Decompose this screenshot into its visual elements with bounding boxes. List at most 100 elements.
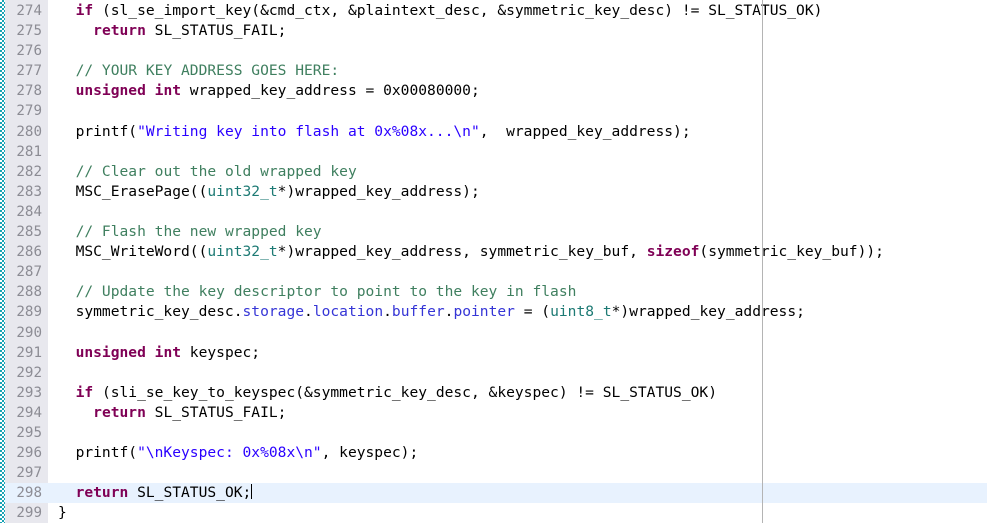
code-line[interactable]: 282 // Clear out the old wrapped key: [0, 162, 987, 182]
line-number: 291: [16, 344, 42, 361]
code-line[interactable]: 290: [0, 323, 987, 343]
code-token-plain: SL_STATUS_OK;: [128, 484, 252, 502]
code-token-comment: // YOUR KEY ADDRESS GOES HERE:: [75, 62, 340, 80]
code-token-plain: .: [383, 303, 392, 321]
code-token-kw: if: [75, 383, 94, 401]
code-line-text: printf("\nKeyspec: 0x%08x\n", keyspec);: [58, 443, 419, 463]
line-number: 282: [16, 163, 42, 180]
line-number: 278: [16, 83, 42, 100]
code-token-plain: , wrapped_key_address);: [479, 122, 691, 140]
code-line[interactable]: 277 // YOUR KEY ADDRESS GOES HERE:: [0, 61, 987, 81]
code-line-text: MSC_WriteWord((uint32_t*)wrapped_key_add…: [58, 242, 884, 262]
line-number: 276: [16, 43, 42, 60]
code-line[interactable]: 289 symmetric_key_desc.storage.location.…: [0, 302, 987, 322]
code-token-plain: SL_STATUS_FAIL;: [145, 22, 287, 40]
line-number: 292: [16, 364, 42, 381]
code-token-string: "Writing key into flash at 0x%08x...\n": [137, 122, 480, 140]
line-number: 288: [16, 284, 42, 301]
code-token-plain: SL_STATUS_FAIL;: [145, 403, 287, 421]
code-token-field: location: [312, 303, 384, 321]
print-margin-ruler-icon: [762, 0, 763, 523]
code-token-plain: printf(: [58, 444, 138, 462]
code-line-text: symmetric_key_desc.storage.location.buff…: [58, 302, 805, 322]
line-number: 283: [16, 183, 42, 200]
code-line[interactable]: 296 printf("\nKeyspec: 0x%08x\n", keyspe…: [0, 443, 987, 463]
code-token-comment: // Flash the new wrapped key: [75, 223, 322, 241]
code-token-field: pointer: [453, 303, 515, 321]
code-line[interactable]: 284: [0, 202, 987, 222]
code-token-plain: keyspec;: [181, 343, 261, 361]
line-number: 299: [16, 505, 42, 522]
code-line[interactable]: 287: [0, 262, 987, 282]
code-line[interactable]: 278 unsigned int wrapped_key_address = 0…: [0, 81, 987, 101]
code-line[interactable]: 288 // Update the key descriptor to poin…: [0, 282, 987, 302]
code-token-plain: *)wrapped_key_address, symmetric_key_buf…: [277, 243, 647, 261]
code-line[interactable]: 294 return SL_STATUS_FAIL;: [0, 403, 987, 423]
line-number: 290: [16, 324, 42, 341]
code-line[interactable]: 297: [0, 463, 987, 483]
code-token-plain: (sli_se_key_to_keyspec(&symmetric_key_de…: [93, 383, 717, 401]
line-number: 277: [16, 63, 42, 80]
code-token-field: storage: [242, 303, 305, 321]
code-token-kw: unsigned int: [75, 82, 182, 100]
code-line[interactable]: 274 if (sl_se_import_key(&cmd_ctx, &plai…: [0, 1, 987, 21]
line-number: 275: [16, 23, 42, 40]
code-line[interactable]: 279: [0, 101, 987, 121]
line-number: 279: [16, 103, 42, 120]
code-line[interactable]: 291 unsigned int keyspec;: [0, 343, 987, 363]
code-line-text: unsigned int keyspec;: [58, 343, 261, 363]
code-line[interactable]: 299}: [0, 503, 987, 523]
code-line[interactable]: 280 printf("Writing key into flash at 0x…: [0, 122, 987, 142]
code-line[interactable]: 286 MSC_WriteWord((uint32_t*)wrapped_key…: [0, 242, 987, 262]
line-number: 293: [16, 384, 42, 401]
code-line-text: return SL_STATUS_FAIL;: [58, 403, 286, 423]
code-line-text: // Update the key descriptor to point to…: [58, 282, 577, 302]
code-line[interactable]: 283 MSC_ErasePage((uint32_t*)wrapped_key…: [0, 182, 987, 202]
code-token-plain: = (: [514, 303, 551, 321]
code-token-plain: *)wrapped_key_address;: [611, 303, 805, 321]
code-content-area[interactable]: 274 if (sl_se_import_key(&cmd_ctx, &plai…: [0, 0, 987, 523]
code-line[interactable]: 298 return SL_STATUS_OK;: [0, 483, 987, 504]
code-token-comment: // Update the key descriptor to point to…: [75, 283, 577, 301]
code-token-comment: // Clear out the old wrapped key: [75, 162, 357, 180]
code-token-string: "\nKeyspec: 0x%08x\n": [137, 444, 322, 462]
line-number: 286: [16, 244, 42, 261]
code-token-plain: , keyspec);: [321, 444, 419, 462]
code-token-kw: unsigned int: [75, 343, 182, 361]
code-editor[interactable]: 274 if (sl_se_import_key(&cmd_ctx, &plai…: [0, 0, 987, 523]
line-number: 289: [16, 304, 42, 321]
line-number: 297: [16, 465, 42, 482]
code-line-text: unsigned int wrapped_key_address = 0x000…: [58, 81, 480, 101]
code-line-text: // Clear out the old wrapped key: [58, 162, 357, 182]
code-token-kw: return: [75, 484, 129, 502]
code-token-plain: symmetric_key_desc.: [58, 303, 243, 321]
annotation-strip[interactable]: [0, 0, 5, 523]
code-line-text: if (sli_se_key_to_keyspec(&symmetric_key…: [58, 383, 717, 403]
code-line-text: return SL_STATUS_OK;: [58, 483, 252, 503]
code-line-text: }: [58, 503, 67, 523]
code-line[interactable]: 295: [0, 423, 987, 443]
text-cursor-icon: [250, 484, 252, 500]
code-token-plain: MSC_ErasePage((: [58, 182, 208, 200]
code-line-text: MSC_ErasePage((uint32_t*)wrapped_key_add…: [58, 182, 480, 202]
code-line[interactable]: 276: [0, 41, 987, 61]
code-line[interactable]: 293 if (sli_se_key_to_keyspec(&symmetric…: [0, 383, 987, 403]
code-line[interactable]: 285 // Flash the new wrapped key: [0, 222, 987, 242]
code-line[interactable]: 292: [0, 363, 987, 383]
line-number: 280: [16, 123, 42, 140]
code-line[interactable]: 275 return SL_STATUS_FAIL;: [0, 21, 987, 41]
code-token-plain: }: [58, 504, 67, 522]
code-token-plain: (symmetric_key_buf));: [699, 243, 884, 261]
line-number: 285: [16, 224, 42, 241]
code-token-kw: sizeof: [646, 243, 700, 261]
code-line[interactable]: 281: [0, 142, 987, 162]
code-line-text: // YOUR KEY ADDRESS GOES HERE:: [58, 61, 340, 81]
line-number: 296: [16, 445, 42, 462]
code-token-plain: .: [304, 303, 313, 321]
